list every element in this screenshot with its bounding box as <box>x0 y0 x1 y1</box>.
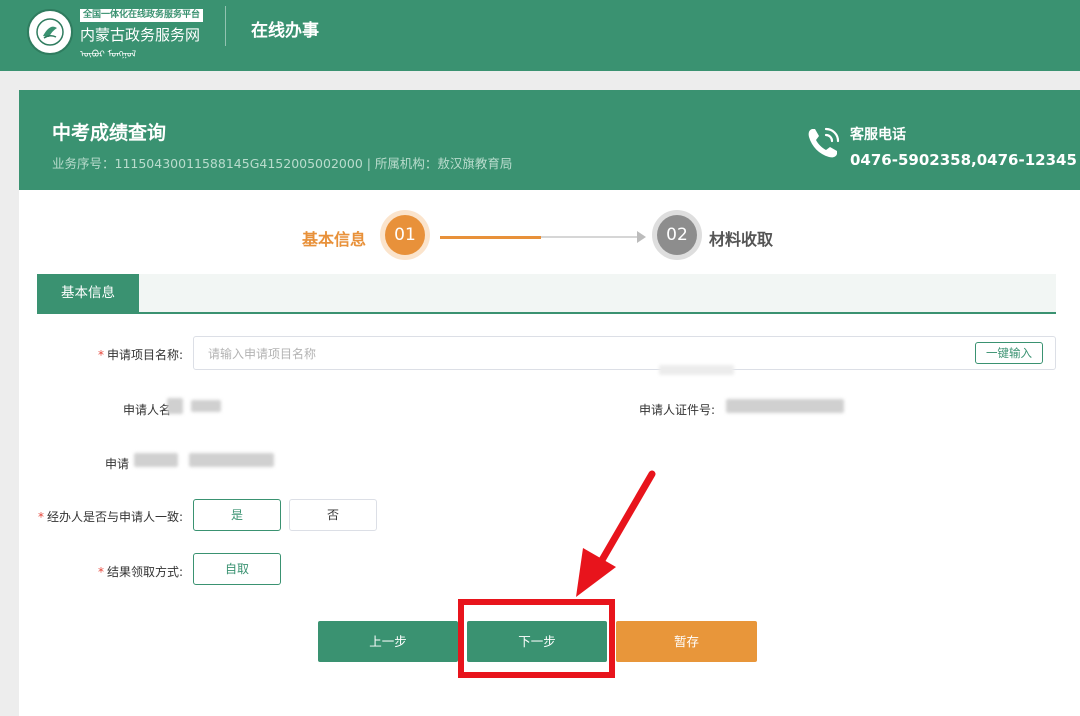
site-name-mongolian: ᠥᠪᠥᠷ ᠮᠣᠩᠭᠣᠯ <box>80 50 137 60</box>
redacted-value <box>167 398 183 414</box>
step-1-label: 基本信息 <box>302 230 367 249</box>
step-arrow-icon <box>637 231 646 243</box>
required-mark: * <box>97 565 104 579</box>
step-2-label: 材料收取 <box>709 230 774 249</box>
redacted-value <box>659 365 734 375</box>
delivery-method-label-text: 结果领取方式: <box>106 565 183 579</box>
hotline-number: 0476-5902358,0476-12345 <box>850 151 1077 169</box>
project-name-field[interactable]: 一键输入 <box>193 336 1056 370</box>
platform-tag: 全国一体化在线政务服务平台 <box>80 9 204 22</box>
tab-strip: 基本信息 <box>37 274 1056 314</box>
delivery-self-pickup-option[interactable]: 自取 <box>193 553 281 585</box>
next-step-button[interactable]: 下一步 <box>467 621 607 662</box>
redacted-value <box>134 453 178 467</box>
service-header: 中考成绩查询 业务序号：11150430011588145G4152005002… <box>19 90 1080 190</box>
project-name-label-text: 申请项目名称: <box>106 348 183 362</box>
prev-step-button[interactable]: 上一步 <box>318 621 458 662</box>
applicant-name-label: 申请人名 <box>122 403 171 417</box>
service-name: 中考成绩查询 <box>52 122 167 144</box>
leaf-emblem-icon <box>36 18 64 46</box>
save-draft-button[interactable]: 暂存 <box>616 621 757 662</box>
step-1-badge: 01 <box>385 215 425 255</box>
delivery-method-label: * 结果领取方式: <box>19 563 183 580</box>
quick-fill-button[interactable]: 一键输入 <box>975 342 1043 364</box>
hotline-label: 客服电话 <box>850 127 906 143</box>
redacted-value <box>189 453 274 467</box>
site-name[interactable]: 内蒙古政务服务网 <box>80 24 200 45</box>
redacted-value <box>191 400 221 412</box>
service-meta: 业务序号：11150430011588145G4152005002000 | 所… <box>52 156 513 171</box>
logo-emblem-icon[interactable] <box>27 9 73 55</box>
topbar-divider <box>225 6 226 46</box>
phone-icon <box>808 127 840 158</box>
tab-basic-info[interactable]: 基本信息 <box>37 274 139 312</box>
step-progress-done <box>440 236 541 239</box>
agent-same-yes-option[interactable]: 是 <box>193 499 281 531</box>
agent-same-label: * 经办人是否与申请人一致: <box>19 508 183 525</box>
project-name-label: * 申请项目名称: <box>19 346 183 363</box>
top-bar: 全国一体化在线政务服务平台 内蒙古政务服务网 ᠥᠪᠥᠷ ᠮᠣᠩᠭᠣᠯ 在线办事 <box>0 0 1080 71</box>
step-progress-remaining <box>541 236 644 238</box>
agent-same-no-option[interactable]: 否 <box>289 499 377 531</box>
redacted-value <box>726 399 844 413</box>
agent-same-label-text: 经办人是否与申请人一致: <box>46 510 183 524</box>
applicant-id-label: 申请人证件号: <box>638 403 715 417</box>
section-title: 在线办事 <box>251 21 319 41</box>
applicant-other-label: 申请 <box>104 457 129 471</box>
step-2-badge: 02 <box>657 215 697 255</box>
required-mark: * <box>37 510 44 524</box>
required-mark: * <box>97 348 104 362</box>
project-name-input[interactable] <box>206 343 950 365</box>
